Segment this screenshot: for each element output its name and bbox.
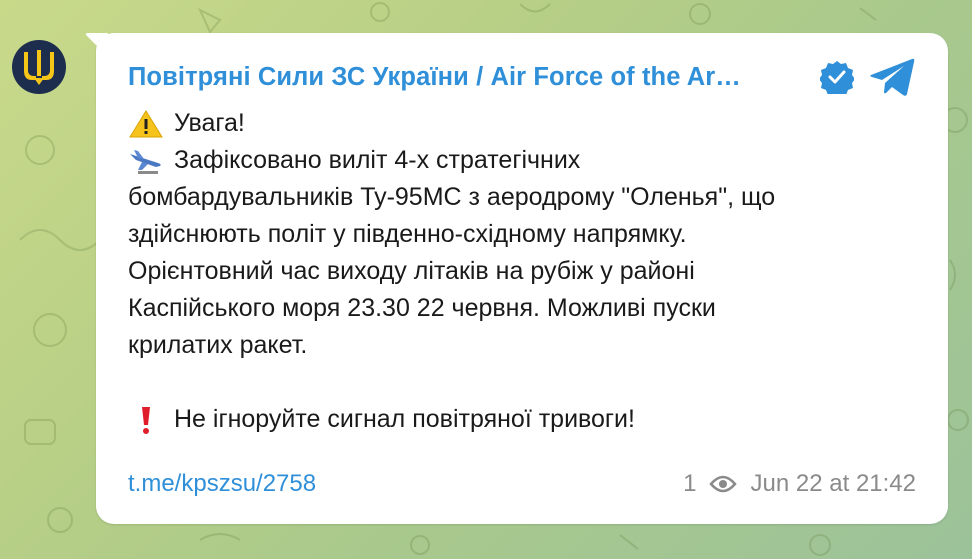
post-link[interactable]: t.me/kpszsu/2758 bbox=[128, 470, 316, 498]
message-timestamp: Jun 22 at 21:42 bbox=[750, 470, 916, 497]
channel-avatar[interactable] bbox=[12, 40, 66, 94]
eye-icon bbox=[708, 475, 737, 493]
message-bubble[interactable]: Повітряні Сили ЗС України / Air Force of… bbox=[96, 33, 948, 524]
telegram-icon[interactable] bbox=[868, 56, 916, 98]
verified-badge-icon bbox=[820, 61, 854, 94]
view-count: 1 bbox=[683, 470, 697, 497]
message-line-text: Не ігноруйте сигнал повітряної тривоги! bbox=[174, 405, 635, 433]
warning-icon bbox=[129, 109, 163, 137]
message-footer: t.me/kpszsu/2758 1 Jun 22 at 21:42 bbox=[128, 469, 916, 499]
message-line: Увага! bbox=[128, 105, 928, 142]
message-header: Повітряні Сили ЗС України / Air Force of… bbox=[128, 57, 918, 97]
message-text: Увага! Зафіксовано виліт 4-х стратегічни… bbox=[128, 105, 928, 438]
airplane-icon bbox=[130, 149, 161, 174]
message-line: здійснюють політ у південно-східному нап… bbox=[128, 220, 687, 248]
message-line: Орієнтовний час виходу літаків на рубіж … bbox=[128, 257, 695, 285]
exclamation-icon bbox=[142, 406, 150, 434]
message-line: бомбардувальників Ту-95МС з аеродрому "О… bbox=[128, 183, 776, 211]
message-line: Не ігноруйте сигнал повітряної тривоги! bbox=[128, 401, 928, 438]
trident-icon bbox=[24, 50, 54, 85]
message-line: Зафіксовано виліт 4-х стратегічних bbox=[128, 142, 928, 179]
channel-name[interactable]: Повітряні Сили ЗС України / Air Force of… bbox=[128, 63, 804, 92]
message-line-text: Увага! bbox=[174, 109, 245, 137]
message-line-text: Зафіксовано виліт 4-х стратегічних bbox=[174, 146, 581, 174]
message-line: крилатих ракет. bbox=[128, 331, 308, 359]
message-line: Каспійського моря 23.30 22 червня. Можли… bbox=[128, 294, 716, 322]
